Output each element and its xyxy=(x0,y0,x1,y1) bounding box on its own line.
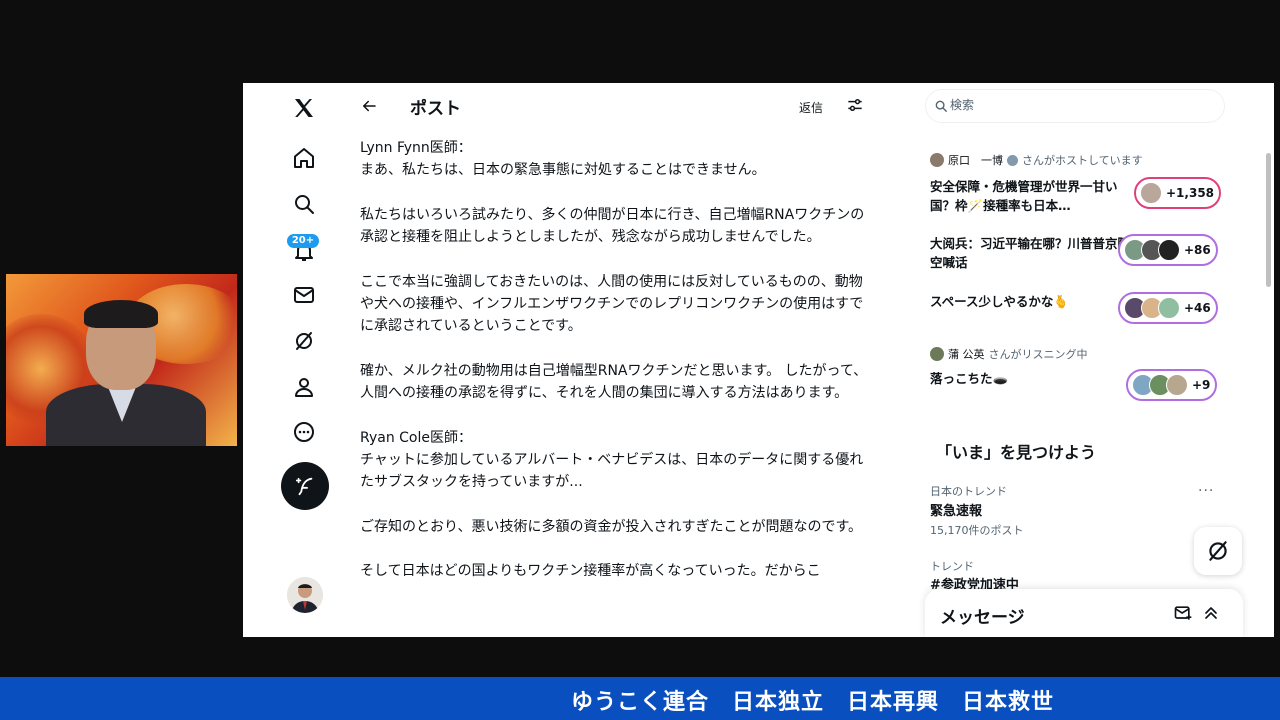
post-header: ポスト 返信 xyxy=(353,83,873,129)
trend-post-count: 15,170件のポスト xyxy=(930,524,1024,537)
banner-text: ゆうこく連合 日本独立 日本再興 日本救世 xyxy=(571,690,1055,715)
trend-name[interactable]: 緊急速報 xyxy=(930,500,982,519)
sliders-icon[interactable] xyxy=(845,95,867,117)
verified-icon xyxy=(1007,154,1018,166)
space-listeners-pill[interactable]: +86 xyxy=(1118,234,1218,266)
space-title[interactable]: 落っこちた🕳️ xyxy=(930,369,1130,388)
webcam-video xyxy=(6,274,237,446)
trend-more-button[interactable]: ··· xyxy=(1198,483,1214,499)
host-avatar xyxy=(930,153,944,167)
post-column: ポスト 返信 Lynn Fynn医師： まあ、私たちは、日本の緊急事態に対処する… xyxy=(353,83,873,637)
post-text: Lynn Fynn医師： まあ、私たちは、日本の緊急事態に対処することはできませ… xyxy=(360,137,870,605)
space-title[interactable]: スペース少しやるかな🫰 xyxy=(930,292,1130,311)
space-listeners-pill[interactable]: +9 xyxy=(1126,369,1218,401)
space-host-line: 原口 一博 さんがホストしています xyxy=(930,152,1143,168)
grok-floating-button[interactable] xyxy=(1194,527,1242,575)
listener-count: +46 xyxy=(1184,301,1211,315)
search-box[interactable] xyxy=(925,89,1225,123)
right-sidebar: 原口 一博 さんがホストしています 安全保障・危機管理が世界一甘い国？枠🪄接種率… xyxy=(920,83,1274,637)
arrow-left-icon xyxy=(363,100,376,112)
host-name: 原口 一博 xyxy=(948,154,1003,167)
post-paragraph: 確か、メルク社の動物用は自己増幅型RNAワクチンだと思います。 したがって、人間… xyxy=(360,362,868,402)
host-avatar xyxy=(930,347,944,361)
host-status: さんがホストしています xyxy=(1022,154,1143,167)
listener-count: +86 xyxy=(1184,243,1211,257)
presenter-hair xyxy=(84,300,158,328)
messages-drawer[interactable]: メッセージ xyxy=(925,589,1243,637)
post-paragraph: Lynn Fynn医師： まあ、私たちは、日本の緊急事態に対処することはできませ… xyxy=(360,140,766,179)
listener-count: +1,358 xyxy=(1166,186,1215,200)
post-paragraph: 私たちはいろいろ試みたり、多くの仲間が日本に行き、自己増幅RNAワクチンの承認と… xyxy=(360,206,865,246)
space-host-line: 蒲 公英 さんがリスニング中 xyxy=(930,346,1088,362)
feather-plus-icon xyxy=(295,477,313,496)
person-icon[interactable] xyxy=(286,369,322,405)
space-listeners-pill[interactable]: +46 xyxy=(1118,292,1218,324)
explore-heading: 「いま」を見つけよう xyxy=(936,443,1097,462)
post-paragraph: ご存知のとおり、悪い技術に多額の資金が投入されすぎたことが問題なのです。 xyxy=(360,518,863,535)
space-listeners-pill[interactable]: +1,358 xyxy=(1134,177,1222,209)
compose-post-button[interactable] xyxy=(281,462,329,510)
left-navigation: 20+ xyxy=(243,83,353,637)
post-paragraph: そして日本はどの国よりもワクチン接種率が高くなっていった。だからこ xyxy=(360,563,821,580)
mail-icon[interactable] xyxy=(286,277,322,313)
x-post-page: 20+ ポスト 返信 Lynn Fynn医師： まあ、私たちは、日本の緊急事態に… xyxy=(243,83,1274,637)
listener-count: +9 xyxy=(1192,378,1211,392)
listener-avatar xyxy=(1158,297,1180,319)
space-title[interactable]: 安全保障・危機管理が世界一甘い国？枠🪄接種率も日本… xyxy=(930,177,1130,215)
host-name: 蒲 公英 xyxy=(948,348,985,361)
chevron-double-up-icon[interactable] xyxy=(1201,603,1221,623)
scrollbar[interactable] xyxy=(1266,153,1271,287)
grok-icon xyxy=(1209,541,1227,561)
new-message-icon[interactable] xyxy=(1173,603,1193,623)
listener-avatar xyxy=(1140,182,1162,204)
more-icon[interactable] xyxy=(286,414,322,450)
listener-avatar xyxy=(1158,239,1180,261)
stream-banner: ゆうこく連合 日本独立 日本再興 日本救世 xyxy=(0,677,1280,720)
back-button[interactable] xyxy=(353,93,385,119)
search-icon[interactable] xyxy=(286,186,322,222)
search-input[interactable] xyxy=(950,98,1210,112)
post-paragraph: Ryan Cole医師： チャットに参加しているアルバート・ベナビデスは、日本の… xyxy=(360,429,864,491)
search-icon xyxy=(935,100,947,112)
listener-avatar xyxy=(1166,374,1188,396)
stream-frame: 20+ ポスト 返信 Lynn Fynn医師： まあ、私たちは、日本の緊急事態に… xyxy=(0,0,1280,720)
avatar[interactable] xyxy=(287,577,323,613)
notification-badge: 20+ xyxy=(287,234,319,248)
trend-category: 日本のトレンド xyxy=(930,485,1007,498)
trend-category: トレンド xyxy=(930,560,974,573)
post-paragraph: ここで本当に強調しておきたいのは、人間の使用には反対しているものの、動物や犬への… xyxy=(360,273,864,335)
messages-title: メッセージ xyxy=(940,608,1025,628)
home-icon[interactable] xyxy=(286,140,322,176)
grok-icon[interactable] xyxy=(286,323,322,359)
page-title: ポスト xyxy=(410,99,461,119)
x-logo-icon[interactable] xyxy=(286,90,322,126)
reply-sort-label[interactable]: 返信 xyxy=(799,99,823,116)
host-status: さんがリスニング中 xyxy=(988,348,1088,361)
space-title[interactable]: 大阅兵：习近平输在哪？川普普京隔空喊话 xyxy=(930,234,1130,272)
